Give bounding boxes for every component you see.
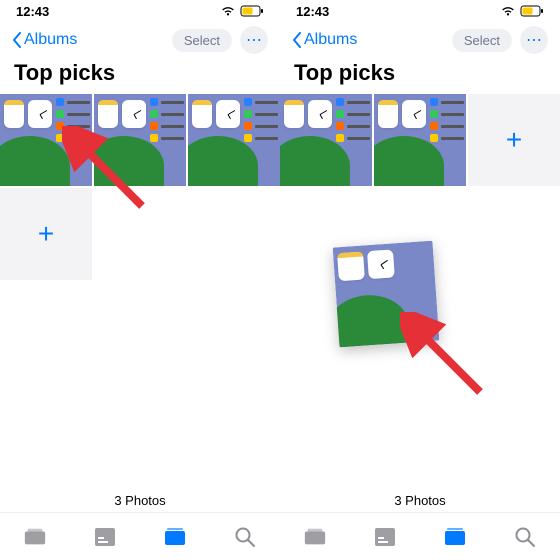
- status-bar: 12:43: [0, 0, 280, 22]
- back-button[interactable]: Albums: [292, 31, 357, 49]
- nav-bar: Albums Select ⋯: [0, 22, 280, 58]
- tab-library[interactable]: [303, 526, 327, 548]
- tab-bar: [280, 512, 560, 560]
- photo-count: 3 Photos: [280, 485, 560, 512]
- select-button[interactable]: Select: [452, 29, 512, 52]
- tab-search[interactable]: [233, 526, 257, 548]
- back-label: Albums: [24, 31, 77, 49]
- tab-library[interactable]: [23, 526, 47, 548]
- chevron-left-icon: [292, 32, 302, 48]
- select-button[interactable]: Select: [172, 29, 232, 52]
- photo-grid: +: [0, 94, 280, 280]
- page-title: Top picks: [280, 58, 560, 94]
- content: +: [0, 94, 280, 485]
- add-button[interactable]: +: [468, 94, 560, 186]
- photo-thumb[interactable]: [0, 94, 92, 186]
- photo-grid: +: [280, 94, 560, 186]
- photo-thumb[interactable]: [374, 94, 466, 186]
- tab-bar: [0, 512, 280, 560]
- more-button[interactable]: ⋯: [240, 26, 268, 54]
- status-bar: 12:43: [280, 0, 560, 22]
- status-indicators: [220, 5, 264, 17]
- add-button[interactable]: +: [0, 188, 92, 280]
- more-button[interactable]: ⋯: [520, 26, 548, 54]
- photo-count: 3 Photos: [0, 485, 280, 512]
- photo-thumb[interactable]: [188, 94, 280, 186]
- floating-thumb[interactable]: [333, 241, 440, 348]
- nav-bar: Albums Select ⋯: [280, 22, 560, 58]
- back-button[interactable]: Albums: [12, 31, 77, 49]
- tab-foryou[interactable]: [373, 526, 397, 548]
- tab-albums[interactable]: [163, 526, 187, 548]
- photo-thumb[interactable]: [280, 94, 372, 186]
- photo-thumb[interactable]: [94, 94, 186, 186]
- tab-foryou[interactable]: [93, 526, 117, 548]
- tab-search[interactable]: [513, 526, 537, 548]
- phone-left: 12:43 Albums Select ⋯ Top picks + 3 Phot…: [0, 0, 280, 560]
- status-time: 12:43: [296, 4, 329, 19]
- status-indicators: [500, 5, 544, 17]
- status-time: 12:43: [16, 4, 49, 19]
- back-label: Albums: [304, 31, 357, 49]
- page-title: Top picks: [0, 58, 280, 94]
- tab-albums[interactable]: [443, 526, 467, 548]
- chevron-left-icon: [12, 32, 22, 48]
- wifi-icon: [220, 5, 236, 17]
- battery-icon: [520, 5, 544, 17]
- battery-icon: [240, 5, 264, 17]
- wifi-icon: [500, 5, 516, 17]
